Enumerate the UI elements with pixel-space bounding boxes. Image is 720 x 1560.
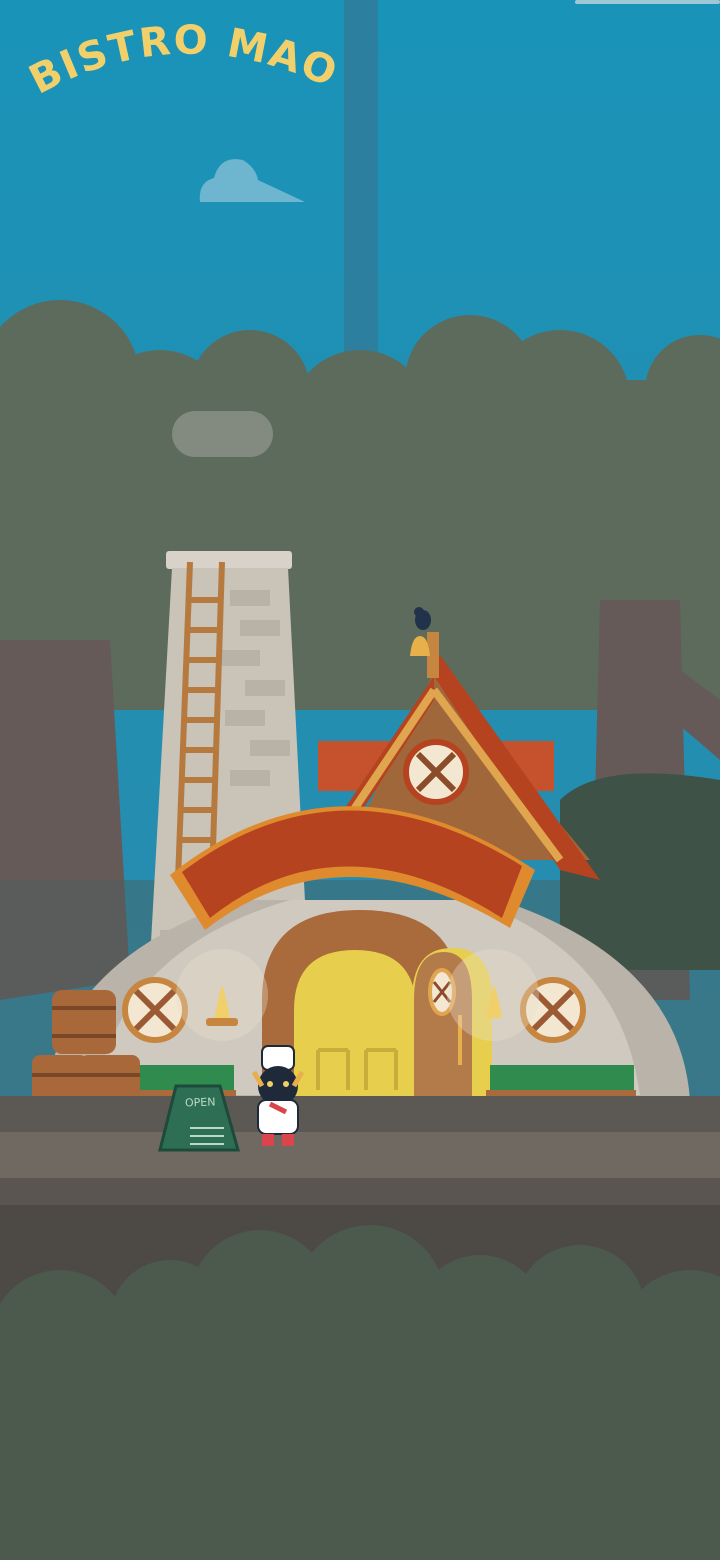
- top-edge-highlight: [575, 0, 720, 4]
- curb: [0, 1178, 720, 1208]
- lantern-icon: [176, 949, 268, 1041]
- lantern-icon: [447, 949, 539, 1041]
- sidewalk: [0, 1132, 720, 1178]
- chef-character-icon: [251, 1045, 305, 1146]
- restaurant-name: BISTRO MAOH: [0, 0, 343, 104]
- open-sign-label: OPEN: [184, 1095, 216, 1110]
- game-scene[interactable]: BISTRO MAOH OPEN: [0, 0, 720, 1560]
- svg-text:BISTRO MAOH: BISTRO MAOH: [0, 0, 345, 104]
- hud-pill[interactable]: [172, 411, 273, 457]
- scene-art: [0, 0, 720, 1560]
- sidewalk-back: [0, 1096, 720, 1132]
- window-left: [122, 977, 188, 1043]
- sign-lettering: BISTRO MAOH: [0, 0, 345, 104]
